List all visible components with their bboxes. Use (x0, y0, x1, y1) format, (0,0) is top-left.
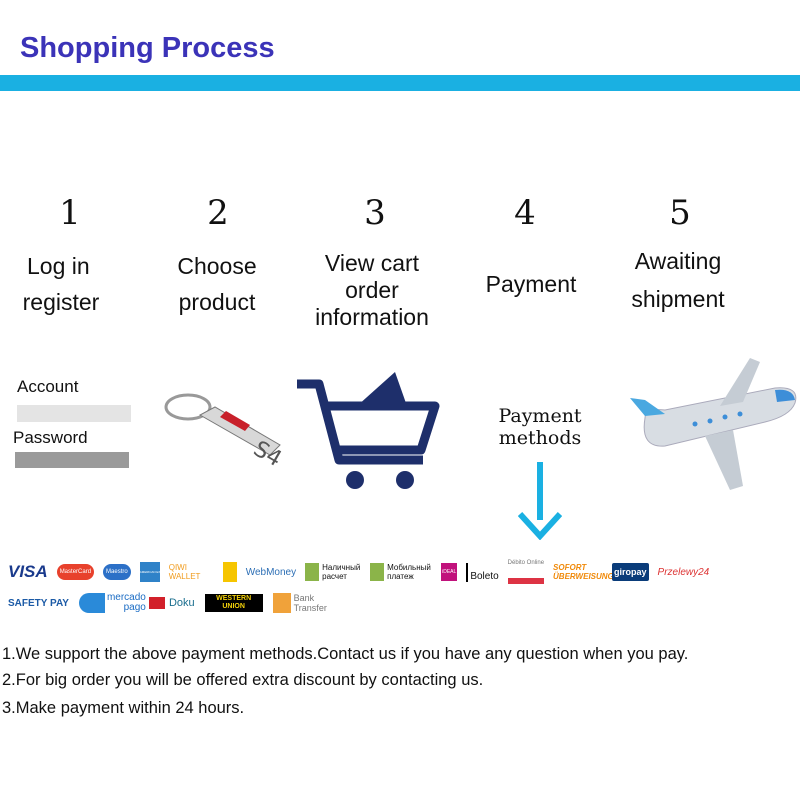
qiwi-logo: QIWI WALLET (168, 563, 201, 581)
payment-methods-caption: Payment methods (480, 405, 600, 449)
safetypay-logo: SAFETY PAY (8, 597, 69, 609)
amex-logo: AMERICAN EXPRESS (139, 562, 160, 582)
step-5-line-2: shipment (631, 286, 725, 312)
payment-caption-line-2: methods (498, 427, 582, 449)
payment-logos-row-1: VISA MasterCard Maestro AMERICAN EXPRESS… (8, 560, 798, 584)
boleto-logo: Boleto (466, 562, 499, 582)
przelewy24-logo: Przelewy24 (657, 566, 710, 578)
step-5-number: 5 (669, 193, 691, 233)
mobile-payment-logo: Мобильный платеж (370, 563, 432, 581)
step-2-line-2: product (178, 289, 256, 315)
payment-logos-row-2: SAFETY PAY mercado pago Doku WESTERN UNI… (8, 593, 327, 613)
ideal-logo: iDEAL (441, 563, 458, 581)
password-label: Password (13, 428, 88, 447)
arrow-down-icon (518, 462, 562, 540)
step-5-line-1: Awaiting (634, 248, 722, 274)
step-1-line-1: Log in (27, 253, 90, 279)
doku-logo: Doku (148, 597, 195, 609)
step-3-label: View cart order information (292, 250, 452, 331)
header-bar (0, 75, 800, 91)
step-1-number: 1 (59, 193, 81, 233)
webmoney-logo: WebMoney (245, 566, 297, 578)
bank-transfer-logo: Bank Transfer (272, 593, 327, 613)
note-1: 1.We support the above payment methods.C… (2, 645, 689, 663)
step-5-label: Awaiting shipment (598, 247, 758, 313)
maestro-logo: Maestro (103, 564, 131, 580)
step-3-line-1: View cart (324, 250, 420, 276)
note-2: 2.For big order you will be offered extr… (2, 671, 484, 689)
yandex-money-logo (222, 562, 237, 582)
step-4-number: 4 (514, 193, 536, 233)
step-3-number: 3 (364, 193, 386, 233)
step-1-line-2: register (22, 289, 100, 315)
step-2-number: 2 (207, 193, 229, 233)
giropay-logo: giropay (612, 563, 649, 581)
step-3-line-2: order (345, 277, 399, 303)
mastercard-logo: MasterCard (56, 564, 95, 580)
step-2-label: Choose product (137, 252, 297, 316)
password-field (15, 452, 129, 468)
account-label: Account (17, 377, 79, 396)
debito-online-logo: Débito Online (507, 560, 545, 584)
airplane-icon (630, 358, 797, 490)
sofort-logo: SOFORT ÜBERWEISUNG (553, 563, 614, 581)
western-union-logo: WESTERN UNION (204, 594, 263, 612)
account-field (17, 405, 131, 422)
cash-logo: Наличный расчет (305, 563, 361, 581)
keychain-product-icon: S4 (164, 393, 286, 470)
step-4-label: Payment (451, 270, 611, 298)
note-3: 3.Make payment within 24 hours. (2, 699, 245, 717)
mercadopago-logo: mercado pago (78, 593, 146, 613)
shopping-cart-icon (297, 372, 440, 489)
step-4-line-1: Payment (485, 271, 577, 297)
step-3-line-3: information (315, 304, 429, 330)
step-1-label: Log in register (0, 252, 140, 316)
visa-logo: VISA (8, 562, 48, 581)
page-title: Shopping Process (20, 32, 275, 64)
step-2-line-1: Choose (177, 253, 257, 279)
payment-caption-line-1: Payment (498, 405, 582, 427)
